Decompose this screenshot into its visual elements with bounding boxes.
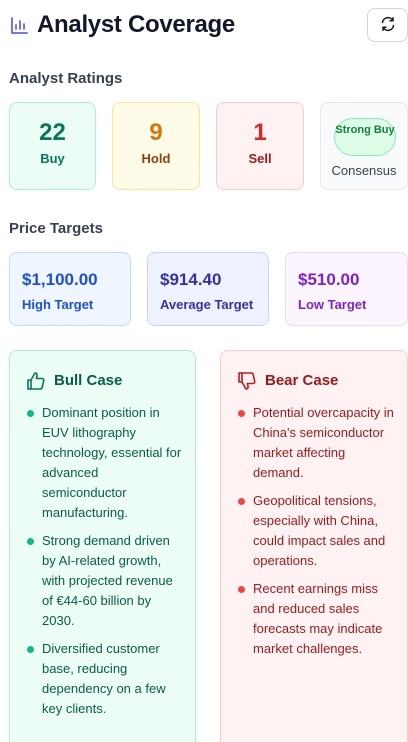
- list-item: Diversified customer base, reducing depe…: [26, 639, 185, 719]
- refresh-icon: [380, 16, 396, 35]
- bear-case-list: Potential overcapacity in China's semico…: [237, 403, 397, 667]
- header: Analyst Coverage: [9, 8, 408, 44]
- average-target-label: Average Target: [160, 297, 254, 312]
- bear-point-text: Geopolitical tensions, especially with C…: [253, 493, 386, 568]
- bull-point-text: Dominant position in EUV lithography tec…: [42, 405, 182, 520]
- list-item: Geopolitical tensions, especially with C…: [237, 491, 397, 571]
- consensus-label: Consensus: [331, 163, 397, 178]
- average-target-value: $914.40: [160, 270, 222, 289]
- high-target-label: High Target: [22, 297, 94, 312]
- bullet-dot: [238, 410, 245, 417]
- thumbs-down-icon: [237, 371, 257, 391]
- sell-label: Sell: [248, 151, 272, 166]
- bull-point-text: Strong demand driven by AI-related growt…: [42, 533, 173, 628]
- bear-point-text: Recent earnings miss and reduced sales f…: [253, 581, 383, 656]
- consensus-badge: Strong Buy: [334, 118, 396, 156]
- bear-point-text: Potential overcapacity in China's semico…: [253, 405, 394, 480]
- buy-label: Buy: [40, 151, 65, 166]
- low-target-card: $510.00 Low Target: [285, 252, 408, 326]
- high-target-card: $1,100.00 High Target: [9, 252, 131, 326]
- bear-case-title: Bear Case: [265, 372, 339, 389]
- low-target-value: $510.00: [298, 270, 360, 289]
- low-target-label: Low Target: [298, 297, 367, 312]
- sell-rating-card: 1 Sell: [216, 102, 304, 190]
- bullet-dot: [27, 410, 34, 417]
- high-target-value: $1,100.00: [22, 270, 98, 289]
- refresh-button[interactable]: [367, 8, 408, 42]
- list-item: Potential overcapacity in China's semico…: [237, 403, 397, 483]
- hold-rating-card: 9 Hold: [112, 102, 200, 190]
- hold-count: 9: [149, 119, 163, 146]
- list-item: Recent earnings miss and reduced sales f…: [237, 579, 397, 659]
- bull-case-list: Dominant position in EUV lithography tec…: [26, 403, 185, 727]
- buy-rating-card: 22 Buy: [9, 102, 96, 190]
- bull-point-text: Diversified customer base, reducing depe…: [42, 641, 166, 716]
- targets-section-title: Price Targets: [9, 220, 103, 237]
- bullet-dot: [27, 646, 34, 653]
- hold-label: Hold: [141, 151, 171, 166]
- list-item: Dominant position in EUV lithography tec…: [26, 403, 185, 523]
- bullet-dot: [238, 498, 245, 505]
- buy-count: 22: [39, 119, 66, 146]
- bull-case-card: Bull Case Dominant position in EUV litho…: [9, 350, 196, 742]
- list-item: Strong demand driven by AI-related growt…: [26, 531, 185, 631]
- bear-case-card: Bear Case Potential overcapacity in Chin…: [220, 350, 408, 742]
- sell-count: 1: [253, 119, 267, 146]
- thumbs-up-icon: [26, 371, 46, 391]
- ratings-section-title: Analyst Ratings: [9, 70, 123, 87]
- bullet-dot: [238, 586, 245, 593]
- bar-chart-icon: [9, 16, 29, 36]
- bull-case-title: Bull Case: [54, 372, 123, 389]
- average-target-card: $914.40 Average Target: [147, 252, 269, 326]
- consensus-card: Strong Buy Consensus: [320, 102, 408, 190]
- bullet-dot: [27, 538, 34, 545]
- page-title: Analyst Coverage: [37, 11, 235, 38]
